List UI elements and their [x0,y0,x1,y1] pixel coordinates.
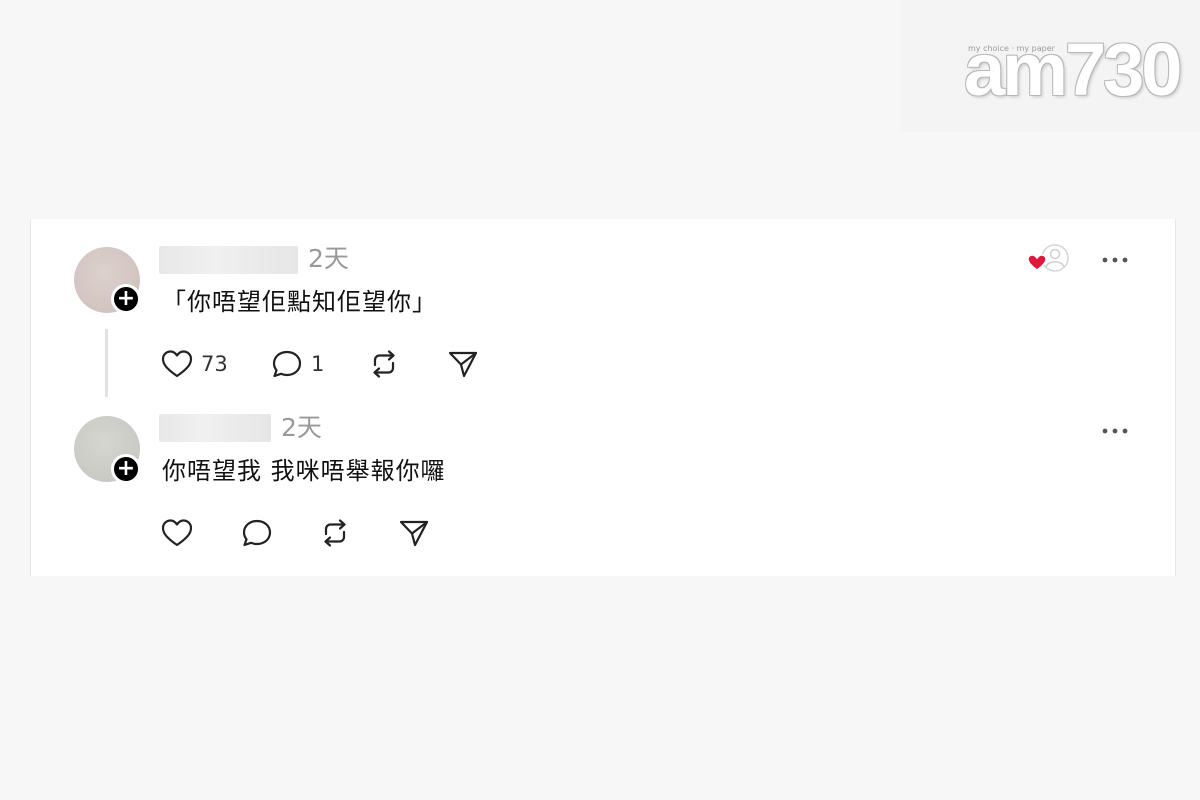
reply-button[interactable] [241,516,273,550]
post-timestamp: 2天 [308,244,349,273]
liked-by-author-indicator [1027,243,1071,275]
repost-button[interactable] [368,347,400,381]
post: + 2天 「你唔望佢點知佢望你」 73 1 [31,219,1175,399]
repost-icon [324,519,346,547]
reply-button[interactable]: 1 [271,347,324,381]
share-button[interactable] [447,347,479,381]
like-count: 73 [201,352,228,376]
more-icon[interactable] [1102,255,1128,265]
repost-icon [373,350,395,378]
repost-button[interactable] [319,516,351,550]
post-timestamp: 2天 [281,413,322,442]
post: + 2天 你唔望我 我咪唔舉報你囉 [31,399,1175,576]
comment-icon [272,350,302,378]
username-blurred[interactable] [159,414,271,442]
thread-card: + 2天 「你唔望佢點知佢望你」 73 1 + 2天 你唔望我 我咪唔舉報你囉 [30,219,1176,576]
share-button[interactable] [398,516,430,550]
share-icon [448,351,478,378]
heart-icon [161,350,193,378]
reply-count: 1 [311,352,325,376]
post-actions [159,516,559,550]
logo-tagline: my choice · my paper [968,44,1055,53]
post-text: 「你唔望佢點知佢望你」 [162,288,437,316]
comment-icon [242,519,272,547]
red-heart-icon [1027,254,1047,271]
post-text: 你唔望我 我咪唔舉報你囉 [162,457,446,485]
plus-icon[interactable]: + [111,284,141,314]
share-icon [399,520,429,547]
post-actions: 73 1 [159,347,559,381]
am730-logo: am730 my choice · my paper [900,0,1200,132]
logo-wordmark: am730 [964,28,1182,111]
author-avatar-icon [1027,244,1069,272]
plus-icon[interactable]: + [111,454,141,484]
more-icon[interactable] [1102,426,1128,436]
heart-icon [161,519,193,547]
username-blurred[interactable] [159,246,298,274]
like-button[interactable] [161,516,193,550]
like-button[interactable]: 73 [161,347,228,381]
thread-connector [105,329,108,397]
